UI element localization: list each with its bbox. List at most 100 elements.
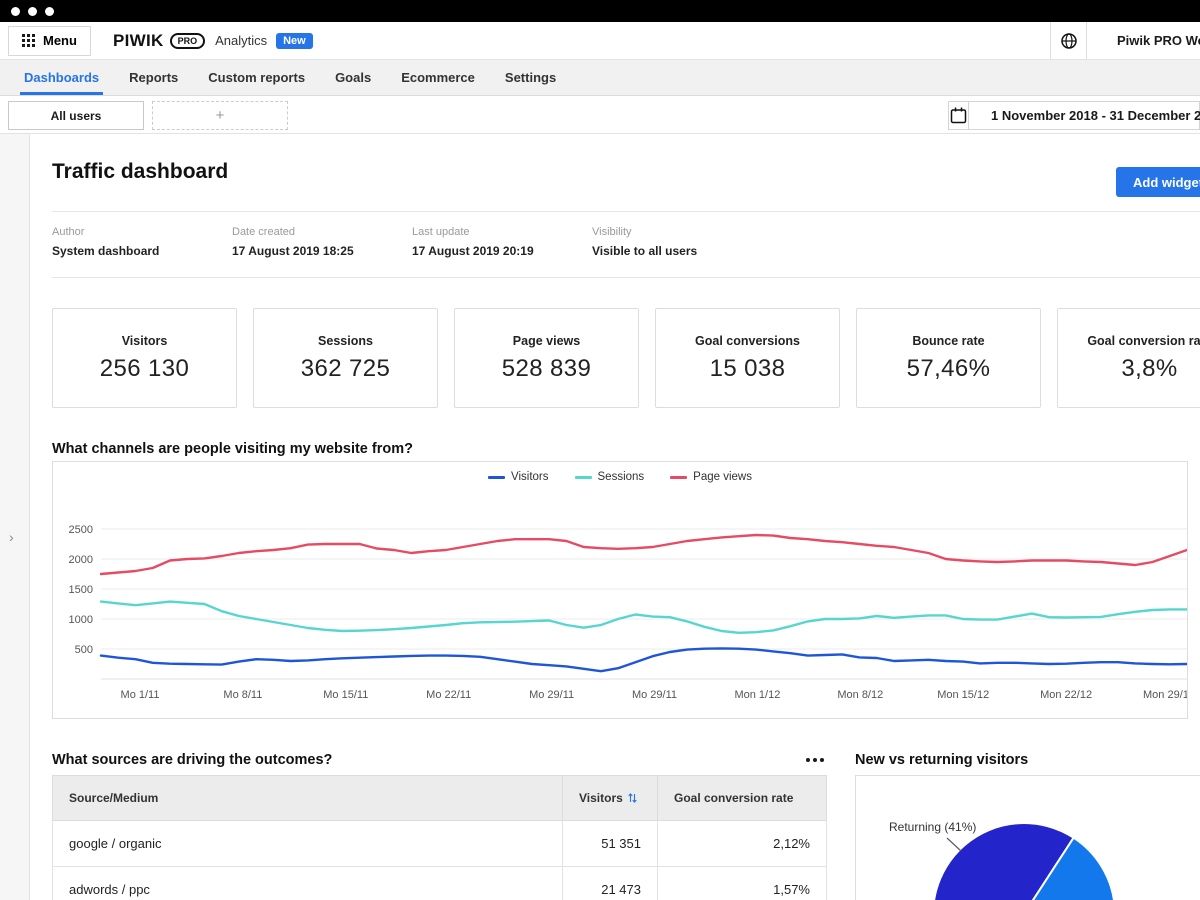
meta-label: Last update bbox=[412, 226, 470, 238]
tab-dashboards[interactable]: Dashboards bbox=[19, 60, 104, 95]
pie-chart bbox=[933, 822, 1115, 900]
svg-text:Mo 1/11: Mo 1/11 bbox=[121, 689, 160, 701]
svg-text:Mo 8/11: Mo 8/11 bbox=[223, 689, 262, 701]
new-vs-returning-widget: New vs returning visitors Returning (41%… bbox=[855, 749, 1200, 900]
meta-label: Visibility bbox=[592, 226, 632, 238]
window-control-dot[interactable] bbox=[11, 6, 20, 16]
piwik-pro-logo: PIWIK PRO bbox=[112, 30, 206, 51]
menu-button-label: Menu bbox=[43, 33, 77, 48]
site-name: Piwik PRO Website bbox=[1117, 33, 1200, 48]
menu-button[interactable]: Menu bbox=[8, 25, 91, 56]
svg-text:Mo 22/11: Mo 22/11 bbox=[426, 689, 471, 701]
kpi-value: 57,46% bbox=[906, 354, 991, 382]
add-segment-tab-button[interactable]: + bbox=[152, 101, 288, 130]
tab-ecommerce[interactable]: Ecommerce bbox=[401, 60, 475, 95]
kpi-card-sessions: Sessions 362 725 bbox=[253, 308, 438, 408]
kpi-value: 256 130 bbox=[99, 354, 190, 382]
brand-name: PIWIK bbox=[112, 30, 164, 50]
cell-visitors: 21 473 bbox=[562, 866, 658, 900]
page-title: Traffic dashboard bbox=[52, 160, 229, 183]
new-badge: New bbox=[276, 32, 313, 49]
kpi-label: Sessions bbox=[318, 333, 373, 348]
kpi-card-page-views: Page views 528 839 bbox=[454, 308, 639, 408]
meta-label: Author bbox=[52, 226, 85, 238]
pie-callout-label: Returning (41%) bbox=[889, 820, 977, 834]
window-control-dot[interactable] bbox=[45, 6, 54, 16]
kpi-cards: Visitors 256 130 Sessions 362 725 Page v… bbox=[52, 308, 1200, 408]
kpi-label: Goal conversions bbox=[695, 333, 800, 348]
kpi-value: 362 725 bbox=[300, 354, 391, 382]
globe-icon bbox=[1051, 22, 1087, 59]
expand-sidebar-chevron[interactable]: › bbox=[9, 530, 14, 544]
table-row: google / organic 51 351 2,12% bbox=[52, 820, 827, 867]
window-control-dot[interactable] bbox=[28, 6, 37, 16]
kpi-card-goal-conversions: Goal conversions 15 038 bbox=[655, 308, 840, 408]
kpi-label: Page views bbox=[512, 333, 581, 348]
svg-text:Mon 22/12: Mon 22/12 bbox=[1040, 689, 1092, 701]
meta-author: Author System dashboard bbox=[52, 226, 232, 258]
tab-settings[interactable]: Settings bbox=[505, 60, 556, 95]
sources-table: Source/Medium Visitors Goal conversion r… bbox=[52, 775, 827, 900]
kpi-label: Goal conversion rate bbox=[1087, 333, 1200, 348]
svg-text:Mon 1/12: Mon 1/12 bbox=[734, 689, 780, 701]
meta-value: Visible to all users bbox=[592, 244, 698, 258]
bottom-widgets: What sources are driving the outcomes? S… bbox=[52, 749, 1200, 900]
chart-legend: Visitors Sessions Page views bbox=[53, 471, 1187, 483]
channels-chart-widget: Visitors Sessions Page views 500 1000 1500 20… bbox=[52, 461, 1188, 719]
channels-widget-title: What channels are people visiting my web… bbox=[52, 441, 413, 457]
kpi-card-visitors: Visitors 256 130 bbox=[52, 308, 237, 408]
pro-pill-badge: PRO bbox=[169, 32, 206, 49]
main-nav: Dashboards Reports Custom reports Goals … bbox=[0, 60, 1200, 96]
meta-value: 17 August 2019 18:25 bbox=[232, 244, 354, 258]
tab-reports[interactable]: Reports bbox=[129, 60, 178, 95]
divider bbox=[52, 277, 1200, 278]
calendar-icon bbox=[949, 102, 969, 129]
legend-swatch bbox=[670, 475, 688, 479]
legend-item[interactable]: Sessions bbox=[574, 471, 645, 483]
svg-text:1000: 1000 bbox=[69, 614, 93, 626]
kpi-value: 3,8% bbox=[1121, 354, 1178, 382]
widget-menu-button[interactable] bbox=[804, 753, 826, 767]
date-range-text: 1 November 2018 - 31 December 2018 bbox=[991, 108, 1200, 123]
legend-label: Sessions bbox=[597, 471, 645, 483]
meta-value: System dashboard bbox=[52, 244, 160, 258]
tab-goals[interactable]: Goals bbox=[335, 60, 371, 95]
sort-icon bbox=[628, 793, 637, 803]
dashboard-main: Traffic dashboard Add widget Author Syst… bbox=[30, 134, 1200, 900]
site-selector[interactable]: Piwik PRO Website bbox=[1050, 22, 1200, 59]
tab-custom-reports[interactable]: Custom reports bbox=[208, 60, 305, 95]
cell-goal-rate: 2,12% bbox=[657, 820, 827, 867]
column-header-visitors[interactable]: Visitors bbox=[562, 775, 658, 821]
svg-text:2500: 2500 bbox=[69, 524, 93, 536]
kpi-card-goal-conversion-rate: Goal conversion rate 3,8% bbox=[1057, 308, 1200, 408]
sources-widget: What sources are driving the outcomes? S… bbox=[52, 749, 827, 900]
add-widget-button[interactable]: Add widget bbox=[1116, 167, 1200, 197]
meta-visibility: Visibility Visible to all users bbox=[592, 226, 772, 258]
meta-value: 17 August 2019 20:19 bbox=[412, 244, 534, 258]
cell-source: adwords / ppc bbox=[52, 866, 563, 900]
product-name: Analytics bbox=[215, 33, 268, 48]
segment-tab-all-users[interactable]: All users bbox=[8, 101, 144, 130]
visitors-widget-title: New vs returning visitors bbox=[855, 751, 1029, 768]
legend-swatch bbox=[574, 475, 592, 479]
column-header-source-medium[interactable]: Source/Medium bbox=[52, 775, 563, 821]
content-area: › Traffic dashboard Add widget Author Sy… bbox=[0, 134, 1200, 900]
cell-goal-rate: 1,57% bbox=[657, 866, 827, 900]
svg-text:500: 500 bbox=[75, 644, 93, 656]
line-chart: 500 1000 1500 2000 2500 Mo 1/11 Mo 8/11 Mo 15/1… bbox=[69, 524, 1187, 701]
column-header-goal-conversion-rate[interactable]: Goal conversion rate bbox=[657, 775, 827, 821]
date-range-picker[interactable]: 1 November 2018 - 31 December 2018 bbox=[948, 101, 1200, 130]
legend-item[interactable]: Visitors bbox=[488, 471, 549, 483]
svg-text:Mon 8/12: Mon 8/12 bbox=[837, 689, 883, 701]
legend-swatch bbox=[488, 475, 505, 479]
kpi-card-bounce-rate: Bounce rate 57,46% bbox=[856, 308, 1041, 408]
svg-text:Mo 29/11: Mo 29/11 bbox=[529, 689, 574, 701]
dashboard-meta: Author System dashboard Date created 17 … bbox=[52, 212, 1200, 277]
kpi-value: 15 038 bbox=[709, 354, 786, 382]
cell-source: google / organic bbox=[52, 820, 563, 867]
legend-item[interactable]: Page views bbox=[670, 471, 752, 483]
kpi-label: Bounce rate bbox=[912, 333, 985, 348]
window-titlebar bbox=[0, 0, 1200, 22]
svg-text:Mo 29/11: Mo 29/11 bbox=[632, 689, 677, 701]
svg-text:2000: 2000 bbox=[69, 554, 93, 566]
